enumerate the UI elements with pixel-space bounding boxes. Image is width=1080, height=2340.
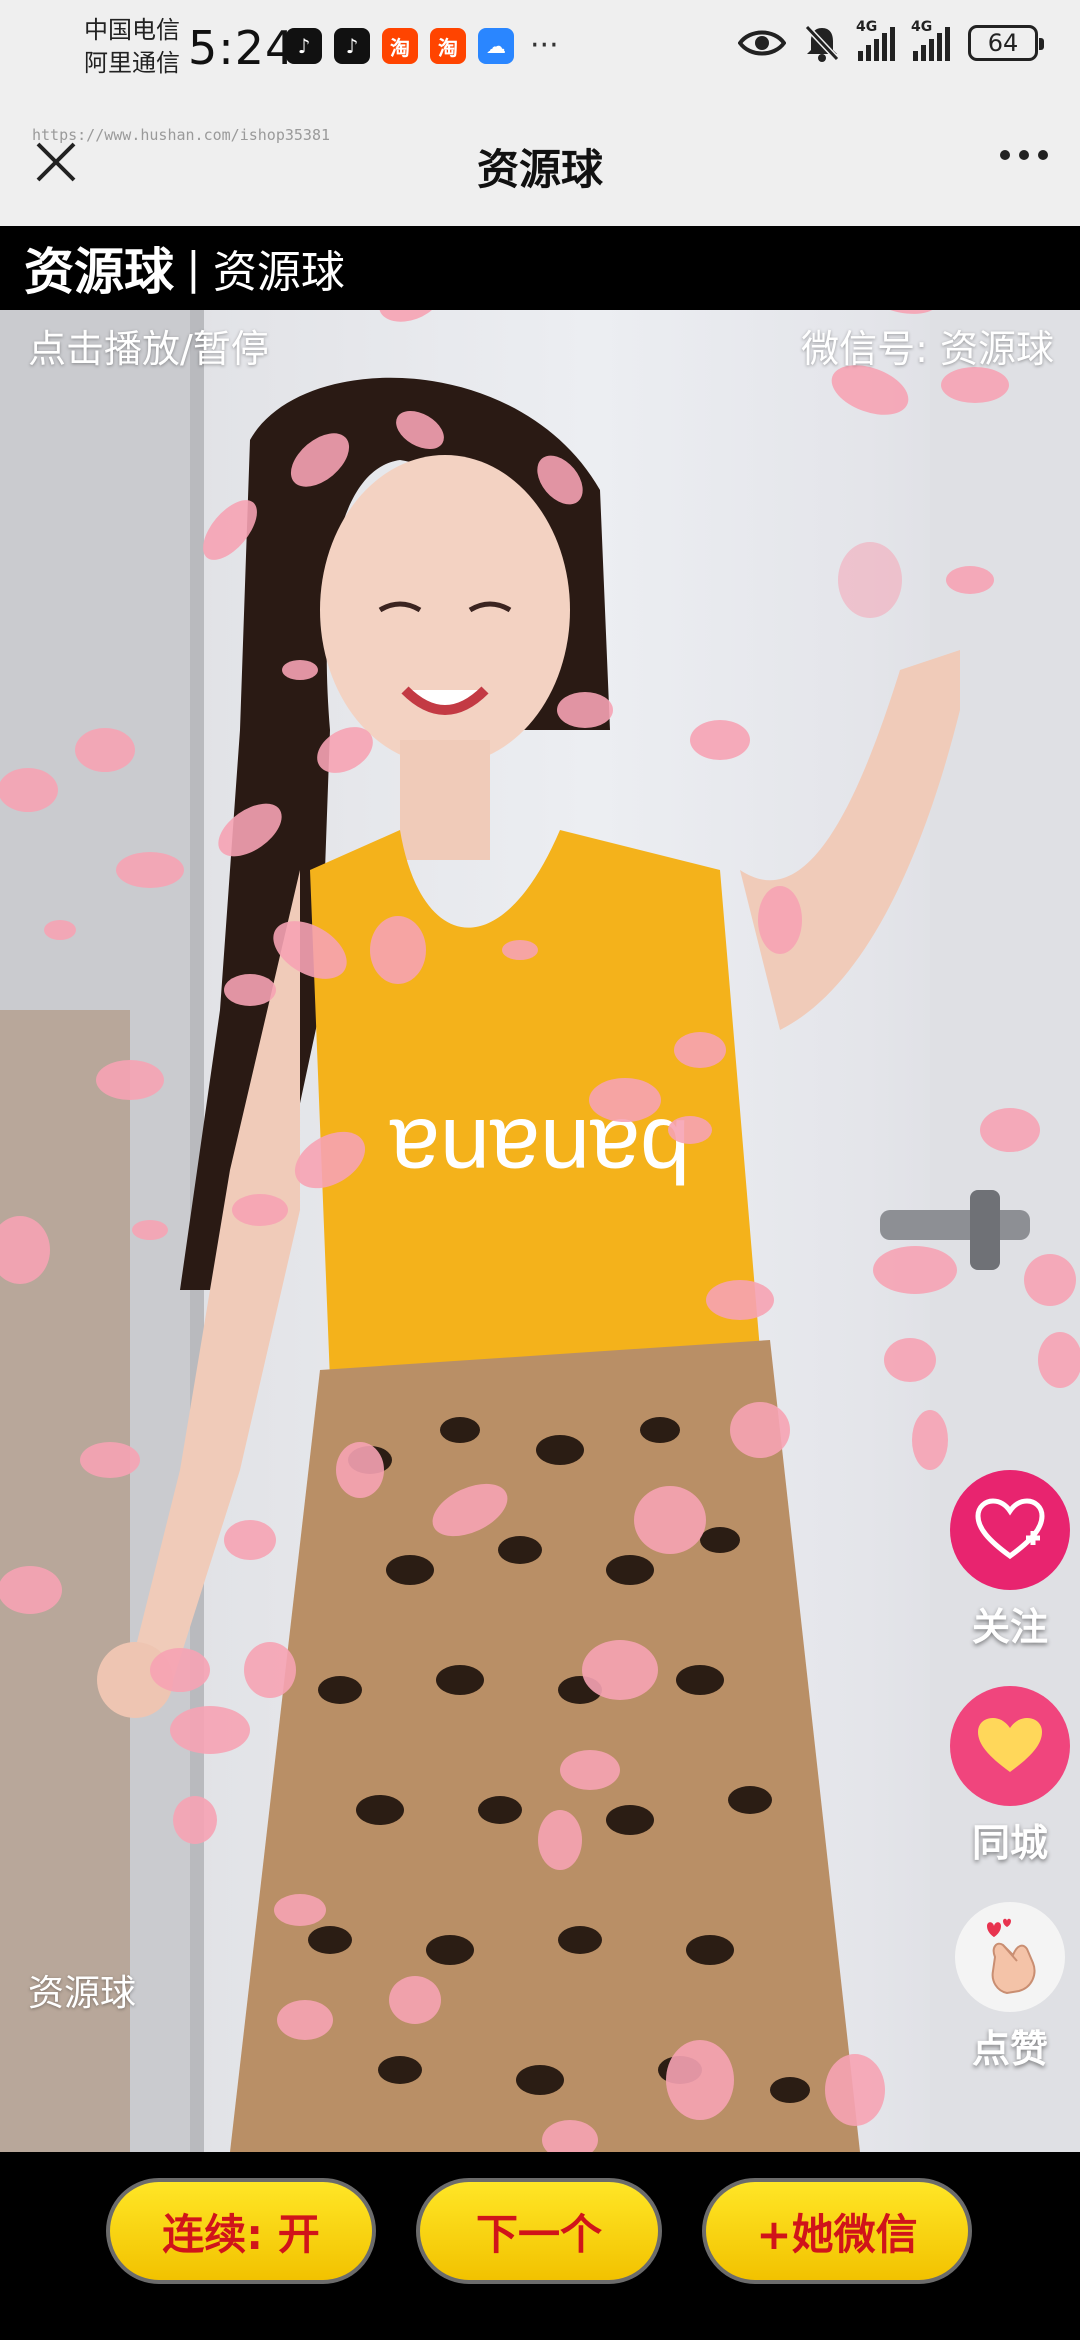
- more-options-icon[interactable]: [1000, 150, 1048, 160]
- bottom-action-bar: 连续: 开 下一个 +她微信: [0, 2152, 1080, 2340]
- status-time: 5:24: [188, 21, 296, 75]
- follow-label: 关注: [971, 1605, 1048, 1649]
- taobao-icon: 淘: [382, 28, 418, 64]
- add-wechat-button[interactable]: +她微信: [702, 2178, 972, 2284]
- cloud-icon: ☁: [478, 28, 514, 64]
- carrier-1: 中国电信: [84, 16, 180, 44]
- finger-heart-icon: [955, 1902, 1065, 2012]
- video-watermark: 资源球: [28, 1973, 137, 2014]
- follow-button[interactable]: 关注: [950, 1470, 1070, 1651]
- like-label: 点赞: [971, 2027, 1048, 2071]
- continuous-play-toggle[interactable]: 连续: 开: [106, 2178, 376, 2284]
- wechat-id-label: 微信号: 资源球: [801, 327, 1054, 371]
- carrier-names: 中国电信 阿里通信: [84, 14, 180, 80]
- header-separator: |: [186, 242, 201, 294]
- nearby-label: 同城: [971, 1821, 1048, 1865]
- like-button[interactable]: 点赞: [950, 1902, 1070, 2073]
- notification-icons: ♪ ♪ 淘 淘 ☁ ···: [286, 28, 559, 64]
- more-notifications: ···: [530, 28, 559, 63]
- nav-bar: https://www.hushan.com/ishop35381 资源球: [0, 100, 1080, 226]
- video-frame: banana: [0, 310, 1080, 2152]
- tiktok-icon: ♪: [286, 28, 322, 64]
- play-pause-hint[interactable]: 点击播放/暂停: [28, 318, 269, 373]
- heart-plus-icon: [950, 1470, 1070, 1590]
- battery-icon: 64: [968, 25, 1044, 61]
- status-bar: 中国电信 阿里通信 5:24 ♪ ♪ 淘 淘 ☁ ··· 4G 4G 64: [0, 0, 1080, 100]
- video-player[interactable]: banana 点击播放/暂停 微信号: 资源球 资源球 关注 同城 点赞: [0, 310, 1080, 2152]
- eye-icon: [738, 30, 786, 56]
- tiktok-icon: ♪: [334, 28, 370, 64]
- taobao-icon: 淘: [430, 28, 466, 64]
- carrier-2: 阿里通信: [84, 49, 180, 77]
- bell-off-icon: [804, 24, 840, 62]
- signal-icon-2: 4G: [911, 19, 950, 61]
- status-indicators: 4G 4G 64: [738, 19, 1044, 62]
- site-header: 资源球 | 资源球: [0, 226, 1080, 310]
- header-subtitle: 资源球: [212, 247, 345, 298]
- page-title: 资源球: [476, 145, 603, 194]
- nearby-button[interactable]: 同城: [950, 1686, 1070, 1867]
- header-brand: 资源球: [24, 243, 174, 301]
- next-video-button[interactable]: 下一个: [416, 2178, 662, 2284]
- heart-icon: [950, 1686, 1070, 1806]
- signal-icon-1: 4G: [856, 19, 895, 61]
